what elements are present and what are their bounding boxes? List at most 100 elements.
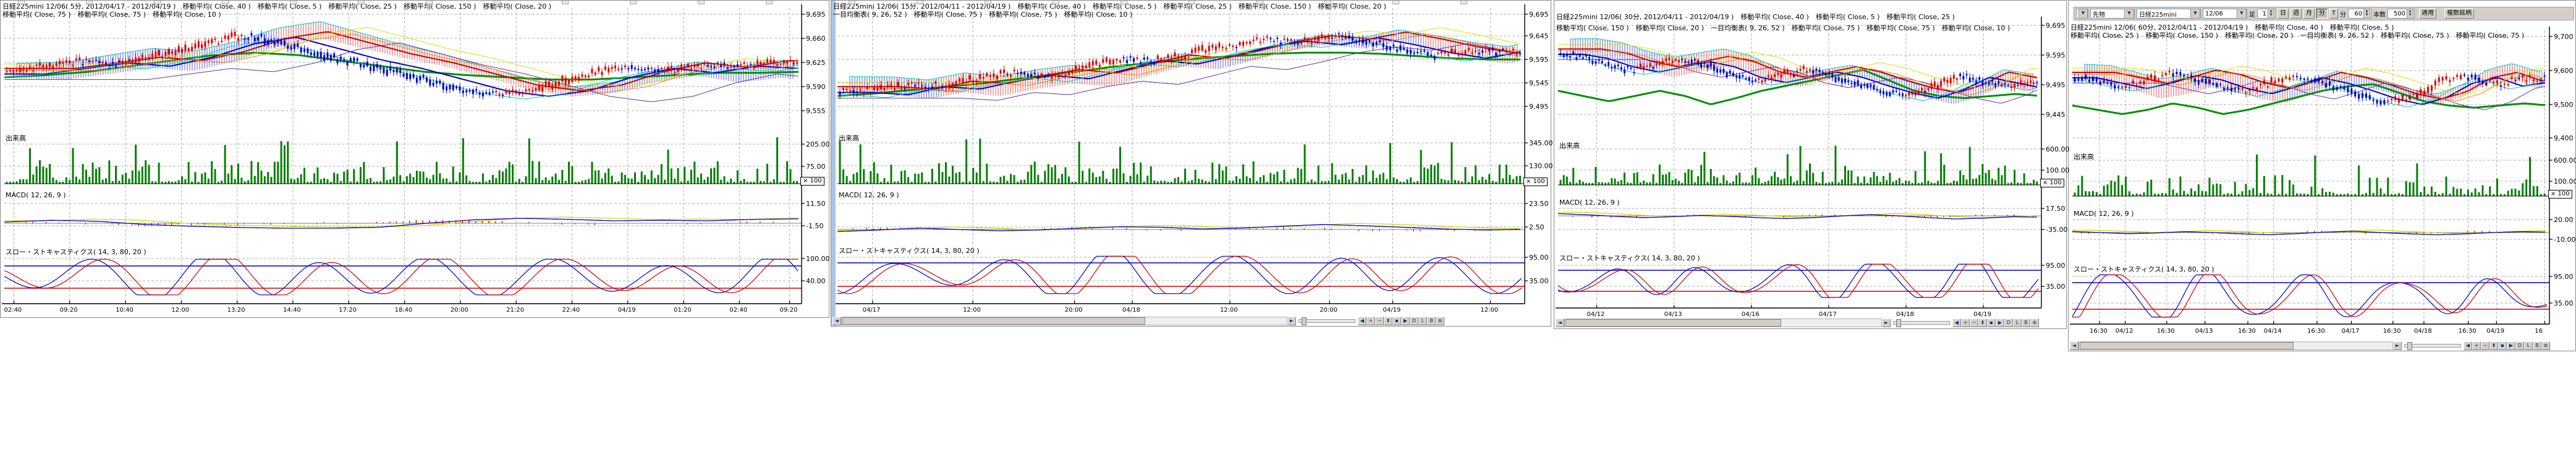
nav-button-9[interactable]: ⊛	[1436, 317, 1444, 325]
nav-button-9[interactable]: ⊛	[2541, 341, 2550, 350]
multi-symbol-button[interactable]: 複数銘柄	[2444, 9, 2474, 19]
clipped-toolbar-button[interactable]	[562, 1, 569, 4]
scroll-left-button[interactable]: ◄	[833, 317, 841, 325]
chevron-down-icon[interactable]: ▼	[2237, 9, 2247, 19]
scrollbar-thumb[interactable]	[1566, 319, 1781, 327]
clipped-toolbar-button[interactable]	[494, 1, 501, 4]
horizontal-scrollbar[interactable]	[1564, 319, 1882, 327]
nav-button-4[interactable]: ▪	[2498, 341, 2507, 350]
nav-button-2[interactable]: −	[1375, 317, 1384, 325]
nav-button-8[interactable]: B	[2022, 319, 2030, 327]
nav-button-3[interactable]: ⬍	[2489, 341, 2498, 350]
mini-combo[interactable]: ▼	[2076, 9, 2088, 19]
period-button-0[interactable]: 日	[2277, 9, 2289, 19]
clipped-toolbar-button[interactable]	[1324, 1, 1331, 4]
apply-button[interactable]: 適用	[2419, 9, 2436, 19]
axis-tick-label: 40.00	[806, 277, 826, 285]
scroll-right-button[interactable]: ►	[2393, 341, 2402, 350]
clipped-toolbar-button[interactable]	[1121, 1, 1127, 4]
bar-interval-spinner[interactable]: 1▲▼	[2257, 9, 2276, 19]
period-button-1[interactable]: 週	[2290, 9, 2302, 19]
period-button-2[interactable]: 月	[2303, 9, 2315, 19]
nav-button-0[interactable]: ◀	[1358, 317, 1366, 325]
zoom-slider-handle[interactable]	[2407, 342, 2412, 350]
zoom-slider[interactable]	[1893, 321, 1950, 325]
nav-button-7[interactable]: L	[1418, 317, 1427, 325]
nav-button-1[interactable]: +	[1366, 317, 1375, 325]
period-button-4[interactable]: T	[2329, 9, 2338, 19]
nav-button-4[interactable]: ▪	[1987, 319, 1996, 327]
nav-button-5[interactable]: ▶	[1996, 319, 2004, 327]
scrollbar-thumb[interactable]	[842, 317, 1145, 325]
clipped-toolbar-button[interactable]	[86, 1, 93, 4]
clipped-toolbar-button[interactable]	[290, 1, 297, 4]
clipped-toolbar-button[interactable]	[1188, 1, 1195, 4]
nav-button-9[interactable]: ⊛	[2030, 319, 2039, 327]
nav-button-6[interactable]: D	[2004, 319, 2013, 327]
clipped-toolbar-button[interactable]	[426, 1, 433, 4]
nav-button-1[interactable]: +	[2472, 341, 2481, 350]
nav-button-6[interactable]: D	[2515, 341, 2524, 350]
chart-plot-chart-30min[interactable]	[1554, 1, 2067, 330]
chart-plot-chart-5min[interactable]	[1, 1, 830, 319]
scrollbar-thumb[interactable]	[2080, 342, 2294, 349]
nav-button-7[interactable]: L	[2013, 319, 2022, 327]
spinner-arrows-icon[interactable]: ▲▼	[2407, 9, 2413, 19]
chevron-down-icon[interactable]: ▼	[2124, 9, 2134, 19]
chart-plot-chart-60min[interactable]	[2069, 1, 2576, 352]
nav-button-4[interactable]: ▪	[1392, 317, 1401, 325]
time-axis-label: 04/19	[1383, 307, 1400, 314]
market-select[interactable]: 先物▼	[2090, 9, 2135, 19]
chevron-down-icon[interactable]: ▼	[2190, 9, 2200, 19]
nav-button-7[interactable]: L	[2524, 341, 2533, 350]
nav-button-5[interactable]: ▶	[1401, 317, 1410, 325]
symbol-select[interactable]: 日経225mini▼	[2137, 9, 2201, 19]
spinner-arrows-icon[interactable]: ▲▼	[2363, 9, 2370, 19]
clipped-toolbar-button[interactable]	[358, 1, 365, 4]
time-axis-label: 14:40	[283, 307, 301, 314]
clipped-toolbar-button[interactable]	[1392, 1, 1399, 4]
clipped-toolbar-button[interactable]	[985, 1, 991, 4]
scroll-right-button[interactable]: ►	[1882, 319, 1891, 327]
clipped-toolbar-button[interactable]	[222, 1, 229, 4]
horizontal-scrollbar[interactable]	[2078, 341, 2393, 350]
nav-button-8[interactable]: B	[2533, 341, 2541, 350]
clipped-toolbar-button[interactable]	[698, 1, 705, 4]
horizontal-scrollbar[interactable]	[841, 317, 1287, 325]
clipped-toolbar-button[interactable]	[917, 1, 923, 4]
scroll-left-button[interactable]: ◄	[1556, 319, 1564, 327]
chevron-down-icon[interactable]: ▼	[2078, 9, 2088, 19]
nav-button-1[interactable]: +	[1961, 319, 1970, 327]
zoom-slider[interactable]	[2404, 344, 2461, 348]
clipped-toolbar-button[interactable]	[1053, 1, 1059, 4]
clipped-toolbar-button[interactable]	[154, 1, 161, 4]
time-axis-label: 04/17	[2342, 328, 2360, 335]
window-separator	[831, 1, 836, 327]
clipped-toolbar-button[interactable]	[18, 1, 25, 4]
nav-button-3[interactable]: ⬍	[1384, 317, 1392, 325]
nav-button-2[interactable]: −	[2481, 341, 2489, 350]
spinner-arrows-icon[interactable]: ▲▼	[2268, 9, 2274, 19]
nav-button-8[interactable]: B	[1427, 317, 1436, 325]
zoom-slider[interactable]	[1299, 319, 1355, 323]
clipped-toolbar-button[interactable]	[1460, 1, 1467, 4]
nav-button-5[interactable]: ▶	[2507, 341, 2515, 350]
clipped-toolbar-button[interactable]	[766, 1, 773, 4]
scroll-left-button[interactable]: ◄	[2070, 341, 2078, 350]
zoom-slider-handle[interactable]	[1896, 319, 1901, 327]
period-button-3[interactable]: 分	[2316, 9, 2328, 19]
clipped-toolbar-button[interactable]	[849, 1, 855, 4]
scroll-right-button[interactable]: ►	[1287, 317, 1296, 325]
chart-plot-chart-15min[interactable]	[831, 1, 1552, 327]
nav-button-3[interactable]: ⬍	[1978, 319, 1987, 327]
nav-button-2[interactable]: −	[1970, 319, 1978, 327]
zoom-slider-handle[interactable]	[1302, 317, 1307, 325]
minutes-spinner[interactable]: 60▲▼	[2348, 9, 2371, 19]
nav-button-6[interactable]: D	[1410, 317, 1418, 325]
bar-count-spinner[interactable]: 500▲▼	[2387, 9, 2415, 19]
nav-button-0[interactable]: ◀	[1952, 319, 1961, 327]
clipped-toolbar-button[interactable]	[630, 1, 637, 4]
contract-select[interactable]: 12/06▼	[2203, 9, 2247, 19]
clipped-toolbar-button[interactable]	[1256, 1, 1263, 4]
nav-button-0[interactable]: ◀	[2464, 341, 2472, 350]
